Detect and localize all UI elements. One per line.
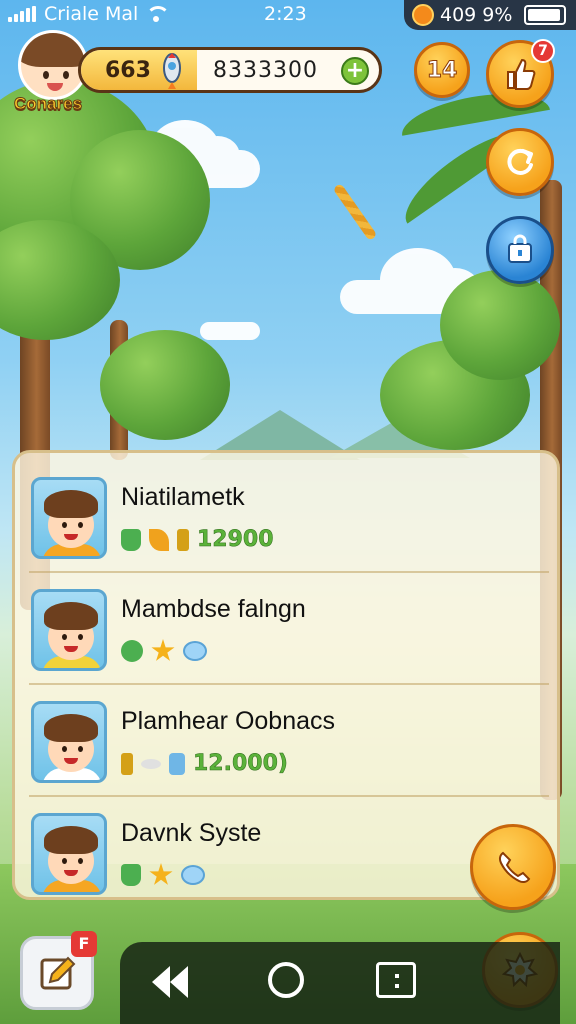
- bottle-icon: [121, 752, 133, 775]
- tree-canopy: [100, 330, 230, 440]
- player-stats: 12900: [121, 527, 274, 552]
- signal-icon: [8, 6, 36, 22]
- edit-badge: F: [71, 931, 97, 957]
- tree-canopy: [440, 270, 560, 380]
- player-name: Davnk Syste: [121, 819, 262, 847]
- notification-badge: 7: [531, 39, 555, 63]
- level-value: 663: [105, 58, 151, 83]
- like-button[interactable]: 7: [486, 39, 555, 108]
- thumbs-up-icon: [507, 58, 536, 90]
- player-score: 12.000): [193, 751, 288, 777]
- currency-amount: 8333300: [213, 58, 318, 83]
- player-list-panel: Niatilametk 12900 Mambdse falngn Plamhear O…: [12, 450, 560, 900]
- star-icon: [151, 639, 175, 661]
- player-stats: 12.000): [121, 751, 288, 776]
- wifi-icon: [146, 6, 171, 22]
- battery-percent: 409 9%: [440, 4, 513, 26]
- phone-icon: [498, 851, 531, 884]
- player-portrait: [31, 589, 107, 671]
- level-button[interactable]: 14: [414, 42, 470, 98]
- player-portrait: [31, 813, 107, 895]
- status-bar: Criale Mal 2:23 409 9%: [0, 0, 576, 30]
- player-stats: [121, 639, 207, 663]
- player-portrait: [31, 477, 107, 559]
- list-item[interactable]: Plamhear Oobnacs 12.000): [29, 685, 549, 797]
- player-name: Conares: [13, 94, 83, 114]
- gem-icon: [183, 641, 207, 661]
- player-name: Mambdse falngn: [121, 595, 306, 623]
- refresh-icon: [507, 148, 533, 175]
- gem-icon: [181, 865, 205, 885]
- player-portrait: [31, 701, 107, 783]
- app-indicator-icon: [412, 4, 434, 26]
- cloud: [200, 322, 260, 340]
- resource-bar: 663 8333300 +: [78, 47, 382, 93]
- player-name: Niatilametk: [121, 483, 245, 511]
- clover-icon: [121, 640, 143, 662]
- list-item[interactable]: Mambdse falngn: [29, 573, 549, 685]
- rocket-icon: [163, 53, 181, 89]
- player-name: Plamhear Oobnacs: [121, 707, 336, 735]
- wing-icon: [141, 758, 161, 769]
- wheat-icon: [332, 182, 378, 242]
- clock: 2:23: [264, 3, 307, 25]
- list-item[interactable]: Niatilametk 12900: [29, 461, 549, 573]
- level-badge-label: 14: [426, 57, 458, 83]
- jar-icon: [169, 752, 185, 775]
- shopping-bag-icon: [508, 234, 532, 263]
- battery-icon: [524, 5, 567, 25]
- add-currency-button[interactable]: +: [341, 57, 369, 85]
- shop-button[interactable]: [486, 216, 554, 284]
- player-score: 12900: [197, 527, 274, 553]
- list-item[interactable]: Davnk Syste: [29, 797, 549, 909]
- star-icon: [149, 863, 173, 885]
- player-stats: [121, 863, 205, 887]
- leaf-icon: [149, 528, 169, 551]
- edit-button[interactable]: F: [20, 931, 97, 1010]
- flask-icon: [121, 864, 141, 886]
- recent-apps-button[interactable]: [376, 962, 416, 998]
- bottle-icon: [177, 528, 189, 551]
- carrier-label: Criale Mal: [44, 3, 139, 25]
- edit-icon: [40, 956, 76, 990]
- refresh-button[interactable]: [486, 128, 554, 196]
- call-button[interactable]: [470, 824, 556, 910]
- back-icon[interactable]: [148, 962, 192, 1002]
- home-button[interactable]: [268, 962, 304, 998]
- flask-icon: [121, 528, 141, 551]
